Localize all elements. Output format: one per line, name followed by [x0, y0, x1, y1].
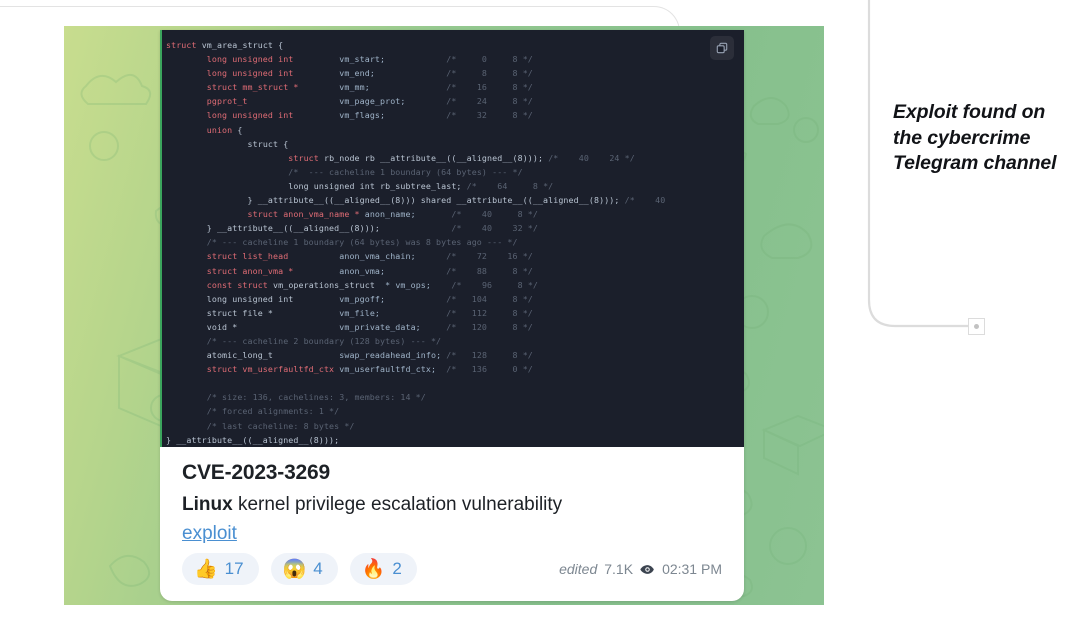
edited-label: edited — [559, 561, 598, 577]
copy-icon[interactable] — [710, 36, 734, 60]
message-time: 02:31 PM — [662, 561, 722, 577]
reaction-fire[interactable]: 🔥 2 — [349, 553, 417, 585]
cve-title: CVE-2023-3269 — [182, 461, 330, 484]
eye-glyph — [640, 564, 654, 574]
message-footer: 👍 17 😱 4 🔥 2 edited 7.1K 02:31 PM — [160, 545, 744, 601]
telegram-chat-background: struct vm_area_struct { long unsigned in… — [64, 26, 824, 605]
reaction-count: 2 — [392, 559, 402, 578]
cve-description: Linux kernel privilege escalation vulner… — [182, 492, 722, 517]
handle-dot — [974, 324, 979, 329]
reaction-thumbs-up[interactable]: 👍 17 — [182, 553, 259, 585]
reaction-count: 4 — [313, 559, 323, 578]
thumbs-up-icon: 👍 — [194, 558, 218, 580]
scream-icon: 😱 — [282, 558, 307, 580]
code-content: struct vm_area_struct { long unsigned in… — [166, 40, 666, 445]
message-meta: edited 7.1K 02:31 PM — [559, 561, 722, 577]
annotation-text: Exploit found on the cybercrime Telegram… — [893, 101, 1057, 174]
reaction-bar: 👍 17 😱 4 🔥 2 — [182, 553, 417, 585]
reaction-count: 17 — [224, 559, 244, 578]
reaction-scream[interactable]: 😱 4 — [270, 553, 338, 585]
view-count: 7.1K — [604, 561, 634, 577]
eye-icon — [640, 564, 655, 575]
exploit-link[interactable]: exploit — [182, 523, 237, 545]
code-block: struct vm_area_struct { long unsigned in… — [160, 30, 744, 447]
connector-endpoint-handle[interactable] — [968, 318, 985, 335]
telegram-message-bubble[interactable]: struct vm_area_struct { long unsigned in… — [160, 30, 744, 601]
cve-description-bold: Linux — [182, 494, 233, 515]
fire-icon: 🔥 — [361, 558, 386, 580]
cve-description-rest: kernel privilege escalation vulnerabilit… — [232, 494, 563, 515]
screenshot-root: struct vm_area_struct { long unsigned in… — [0, 0, 1080, 633]
message-caption: CVE-2023-3269 Linux kernel privilege esc… — [160, 447, 744, 545]
copy-glyph — [716, 42, 728, 54]
